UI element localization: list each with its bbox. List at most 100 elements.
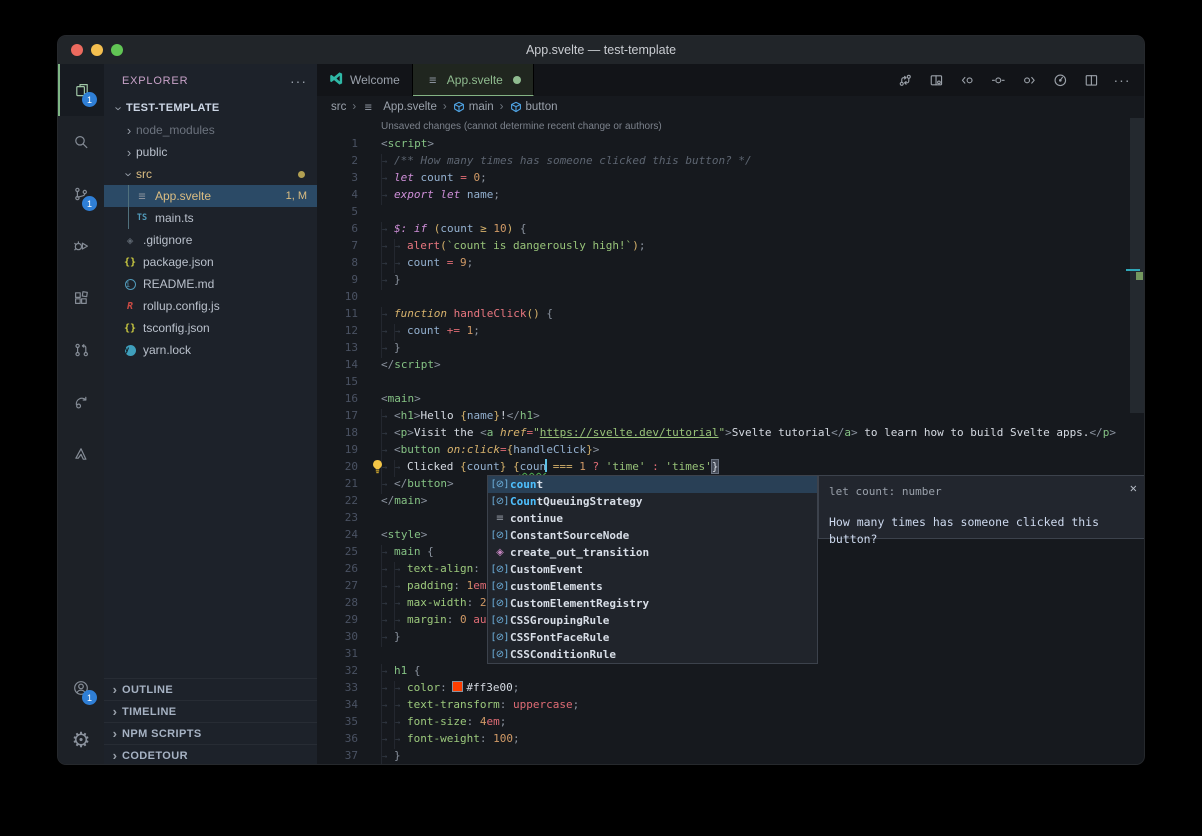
code-line-12[interactable]: 12→→count += 1; bbox=[317, 322, 1144, 339]
open-preview-icon[interactable] bbox=[924, 68, 948, 92]
title-bar[interactable]: App.svelte — test-template bbox=[58, 36, 1144, 64]
breadcrumb-item-main[interactable]: main bbox=[453, 101, 494, 113]
suggestion-customevent[interactable]: [⊘]CustomEvent bbox=[488, 561, 817, 578]
tree-item-readme-md[interactable]: iREADME.md bbox=[104, 273, 317, 295]
section-codetour[interactable]: ›CODETOUR bbox=[104, 744, 317, 765]
explorer-more-icon[interactable]: ··· bbox=[290, 73, 307, 89]
close-icon[interactable]: ✕ bbox=[1130, 480, 1137, 497]
line-number: 3 bbox=[317, 169, 358, 186]
split-editor-icon[interactable] bbox=[1079, 68, 1103, 92]
code-line-32[interactable]: 32→h1 { bbox=[317, 662, 1144, 679]
tree-item-package-json[interactable]: {}package.json bbox=[104, 251, 317, 273]
suggestion-cssgroupingrule[interactable]: [⊘]CSSGroupingRule bbox=[488, 612, 817, 629]
code-line-37[interactable]: 37→} bbox=[317, 747, 1144, 764]
line-number: 13 bbox=[317, 339, 358, 356]
code-line-5[interactable]: 5 bbox=[317, 203, 1144, 220]
tab-app-svelte[interactable]: ≡App.svelte bbox=[413, 64, 534, 96]
activity-source-control-icon[interactable]: 1 bbox=[58, 168, 104, 220]
suggestion-customelements[interactable]: [⊘]customElements bbox=[488, 578, 817, 595]
tree-item--gitignore[interactable]: ◈.gitignore bbox=[104, 229, 317, 251]
suggestion-count[interactable]: [⊘]count bbox=[488, 476, 817, 493]
minimize-button[interactable] bbox=[91, 44, 103, 56]
section-npm-scripts[interactable]: ›NPM SCRIPTS bbox=[104, 722, 317, 744]
section-outline[interactable]: ›OUTLINE bbox=[104, 678, 317, 700]
tree-item-main-ts[interactable]: TSmain.ts bbox=[104, 207, 317, 229]
tree-item-yarn-lock[interactable]: yyarn.lock bbox=[104, 339, 317, 361]
code-line-6[interactable]: 6→$: if (count ≥ 10) { bbox=[317, 220, 1144, 237]
suggestion-cssconditionrule[interactable]: [⊘]CSSConditionRule bbox=[488, 646, 817, 663]
suggestion-countqueuingstrategy[interactable]: [⊘]CountQueuingStrategy bbox=[488, 493, 817, 510]
previous-change-icon[interactable] bbox=[955, 68, 979, 92]
activity-accounts-icon[interactable]: 1 bbox=[58, 662, 104, 714]
suggestion-constantsourcenode[interactable]: [⊘]ConstantSourceNode bbox=[488, 527, 817, 544]
symbol-variable-icon: [⊘] bbox=[490, 612, 510, 629]
code-line-16[interactable]: 16<main> bbox=[317, 390, 1144, 407]
suggestion-customelementregistry[interactable]: [⊘]CustomElementRegistry bbox=[488, 595, 817, 612]
tree-item-tsconfig-json[interactable]: {}tsconfig.json bbox=[104, 317, 317, 339]
tree-item-node-modules[interactable]: ›node_modules bbox=[104, 119, 317, 141]
breadcrumb-item-app-svelte[interactable]: ≡App.svelte bbox=[362, 99, 437, 115]
close-button[interactable] bbox=[71, 44, 83, 56]
tree-item-app-svelte[interactable]: ≡App.svelte1, M bbox=[104, 185, 317, 207]
code-line-13[interactable]: 13→} bbox=[317, 339, 1144, 356]
code-line-2[interactable]: 2→/** How many times has someone clicked… bbox=[317, 152, 1144, 169]
code-line-15[interactable]: 15 bbox=[317, 373, 1144, 390]
activity-run-debug-icon[interactable] bbox=[58, 220, 104, 272]
code-line-11[interactable]: 11→function handleClick() { bbox=[317, 305, 1144, 322]
editor-scrollbar[interactable] bbox=[1130, 118, 1144, 413]
code-line-4[interactable]: 4→export let name; bbox=[317, 186, 1144, 203]
file-tree: ›TEST-TEMPLATE›node_modules›public›src≡A… bbox=[104, 97, 317, 361]
code-line-8[interactable]: 8→→count = 9; bbox=[317, 254, 1144, 271]
run-file-icon[interactable] bbox=[1048, 68, 1072, 92]
breadcrumb-item-src[interactable]: src bbox=[331, 101, 346, 113]
code-line-35[interactable]: 35→→font-size: 4em; bbox=[317, 713, 1144, 730]
code-line-9[interactable]: 9→} bbox=[317, 271, 1144, 288]
code-line-3[interactable]: 3→let count = 0; bbox=[317, 169, 1144, 186]
section-timeline[interactable]: ›TIMELINE bbox=[104, 700, 317, 722]
code-line-33[interactable]: 33→→color: #ff3e00; bbox=[317, 679, 1144, 696]
line-number: 35 bbox=[317, 713, 358, 730]
code-line-34[interactable]: 34→→text-transform: uppercase; bbox=[317, 696, 1144, 713]
activity-pull-requests-icon[interactable] bbox=[58, 324, 104, 376]
more-actions-icon[interactable]: ··· bbox=[1110, 68, 1134, 92]
breadcrumb-separator: › bbox=[443, 101, 447, 113]
suggestion-cssfontfacerule[interactable]: [⊘]CSSFontFaceRule bbox=[488, 629, 817, 646]
change-indicator-icon[interactable] bbox=[986, 68, 1010, 92]
codelens-message[interactable]: Unsaved changes (cannot determine recent… bbox=[317, 118, 1144, 135]
code-line-18[interactable]: 18→<p>Visit the <a href="https://svelte.… bbox=[317, 424, 1144, 441]
zoom-button[interactable] bbox=[111, 44, 123, 56]
code-line-19[interactable]: 19→<button on:click={handleClick}> bbox=[317, 441, 1144, 458]
tree-item-rollup-config-js[interactable]: Rrollup.config.js bbox=[104, 295, 317, 317]
next-change-icon[interactable] bbox=[1017, 68, 1041, 92]
code-line-7[interactable]: 7→→alert(`count is dangerously high!`); bbox=[317, 237, 1144, 254]
activity-search-icon[interactable] bbox=[58, 116, 104, 168]
code-line-17[interactable]: 17→<h1>Hello {name}!</h1> bbox=[317, 407, 1144, 424]
suggestion-continue[interactable]: ≡continue bbox=[488, 510, 817, 527]
modified-dot-icon[interactable] bbox=[513, 76, 521, 84]
lightbulb-icon[interactable] bbox=[371, 459, 385, 474]
line-number: 23 bbox=[317, 509, 358, 526]
tab-welcome[interactable]: Welcome bbox=[317, 64, 413, 96]
line-number: 33 bbox=[317, 679, 358, 696]
code-line-1[interactable]: 1<script> bbox=[317, 135, 1144, 152]
activity-explorer-icon[interactable]: 1 bbox=[58, 64, 104, 116]
compare-changes-icon[interactable] bbox=[893, 68, 917, 92]
symbol-variable-icon: [⊘] bbox=[490, 493, 510, 510]
activity-azure-icon[interactable] bbox=[58, 428, 104, 480]
code-line-10[interactable]: 10 bbox=[317, 288, 1144, 305]
activity-extensions-icon[interactable] bbox=[58, 272, 104, 324]
breadcrumb-item-button[interactable]: button bbox=[510, 101, 558, 113]
activity-settings-icon[interactable]: ⚙ bbox=[58, 714, 104, 765]
code-editor[interactable]: Unsaved changes (cannot determine recent… bbox=[317, 118, 1144, 765]
line-number: 5 bbox=[317, 203, 358, 220]
code-line-20[interactable]: 20→→Clicked {count} {coun === 1 ? 'time'… bbox=[317, 458, 1144, 475]
suggestion-create-out-transition[interactable]: ◈create_out_transition bbox=[488, 544, 817, 561]
code-line-14[interactable]: 14</script> bbox=[317, 356, 1144, 373]
activity-live-share-icon[interactable] bbox=[58, 376, 104, 428]
code-line-36[interactable]: 36→→font-weight: 100; bbox=[317, 730, 1144, 747]
tree-item-src[interactable]: ›src bbox=[104, 163, 317, 185]
tree-root[interactable]: ›TEST-TEMPLATE bbox=[104, 97, 317, 119]
chevron-down-icon: › bbox=[112, 101, 127, 115]
tree-item-public[interactable]: ›public bbox=[104, 141, 317, 163]
indent-guide bbox=[128, 207, 129, 229]
